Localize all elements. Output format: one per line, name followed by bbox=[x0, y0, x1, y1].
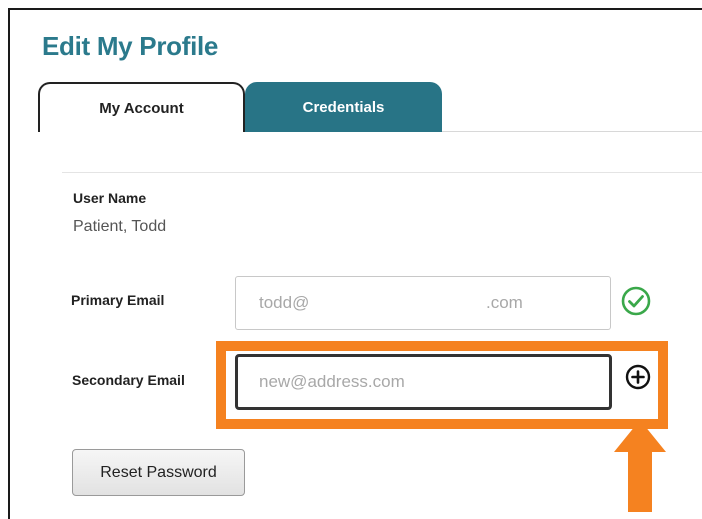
tab-credentials[interactable]: Credentials bbox=[245, 82, 442, 132]
reset-password-button[interactable]: Reset Password bbox=[72, 449, 245, 496]
user-name-value: Patient, Todd bbox=[73, 218, 167, 235]
tab-credentials-label: Credentials bbox=[302, 98, 385, 116]
page-title: Edit My Profile bbox=[42, 31, 219, 61]
secondary-email-label: Secondary Email bbox=[72, 372, 185, 388]
primary-email-field[interactable]: todd@ .com bbox=[235, 276, 611, 330]
arrow-up-icon bbox=[614, 420, 666, 512]
tab-my-account[interactable]: My Account bbox=[38, 82, 245, 132]
section-divider bbox=[62, 172, 702, 173]
primary-email-value-start: todd@ bbox=[259, 293, 310, 312]
tab-my-account-label: My Account bbox=[99, 99, 184, 117]
primary-email-value-end: .com bbox=[486, 293, 523, 312]
check-circle-icon bbox=[621, 286, 651, 316]
user-name-label: User Name bbox=[73, 190, 147, 206]
tabs-divider bbox=[442, 131, 702, 132]
primary-email-label: Primary Email bbox=[71, 292, 165, 308]
highlight-box bbox=[216, 341, 668, 429]
